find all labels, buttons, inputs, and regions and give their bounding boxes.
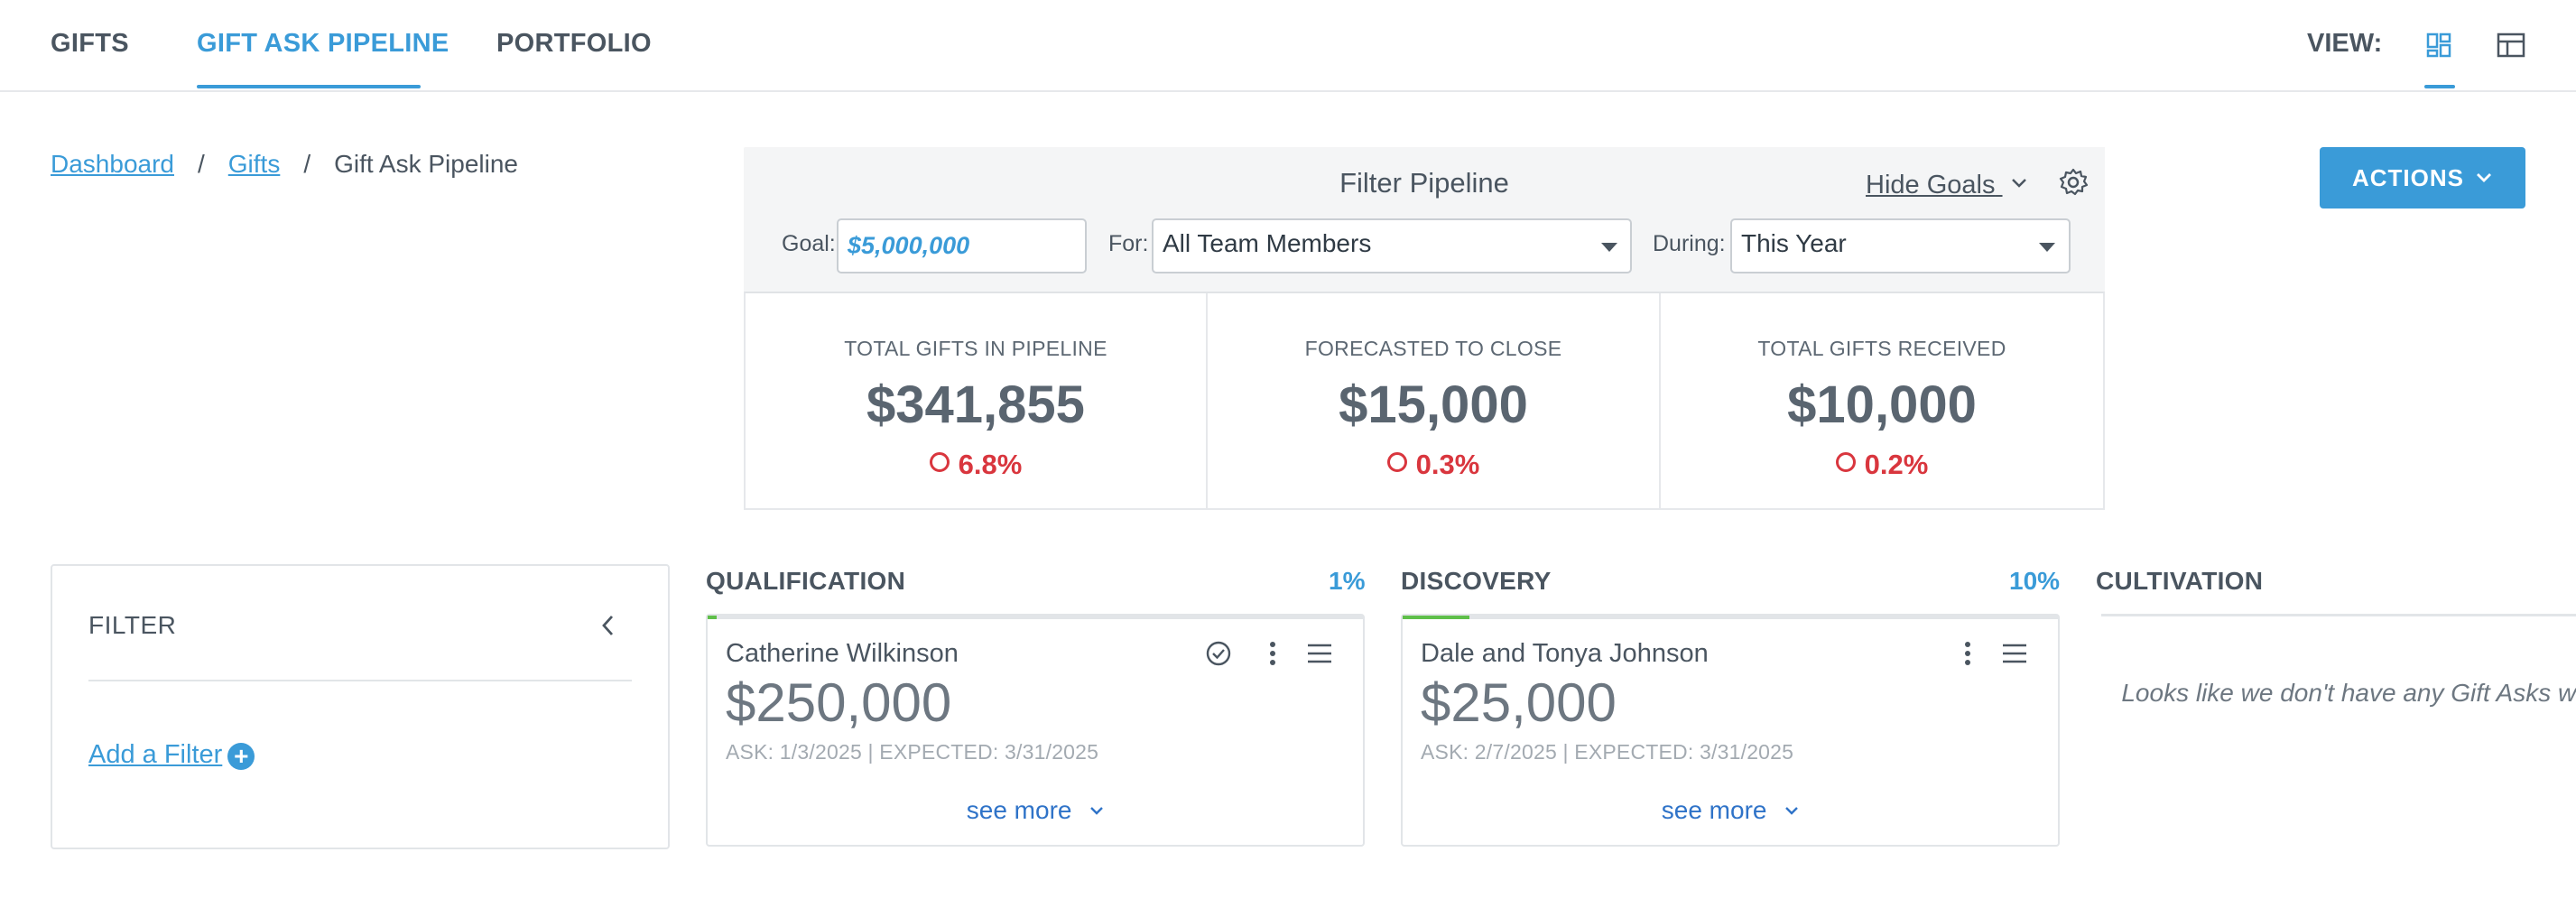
during-label: During: [1653,231,1726,256]
breadcrumb-dashboard[interactable]: Dashboard [51,150,174,179]
goal-input[interactable]: $5,000,000 [837,218,1087,273]
card-progress-track [708,616,1363,619]
stat-percent-value: 6.8% [958,449,1023,480]
goal-ring-icon [1386,452,1407,472]
stat-value: $341,855 [866,375,1085,434]
stat-label: TOTAL GIFTS RECEIVED [1757,337,2006,360]
filter-divider [88,680,632,681]
active-tab-underline [197,85,421,88]
mark-complete-button[interactable] [1202,639,1235,672]
drag-handle-button[interactable] [1303,639,1336,672]
goal-value: $5,000,000 [848,232,970,259]
chevron-left-icon [599,616,617,642]
see-more-label: see more [966,796,1072,824]
stat-percent: 0.3% [1208,449,1659,481]
see-more-link[interactable]: see more [1403,793,2058,825]
stat-percent-value: 0.3% [1415,449,1480,480]
time-period-select-value: This Year [1741,229,1847,257]
card-progress-bar [1403,616,1469,619]
donor-name[interactable]: Dale and Tonya Johnson [1421,639,1709,669]
gear-icon [2058,168,2089,201]
gift-ask-card[interactable]: Catherine Wilkinson $250,000 ASK: 1/3/20… [706,614,1365,847]
for-label: For: [1108,231,1149,256]
chevron-down-icon [2010,167,2028,197]
view-label: VIEW: [2307,29,2383,58]
team-member-select[interactable]: All Team Members [1152,218,1632,273]
column-percent-qualification: 1% [1329,567,1366,595]
stat-label: TOTAL GIFTS IN PIPELINE [844,337,1107,360]
hide-goals-label: Hide Goals [1866,171,1996,199]
breadcrumb-current: Gift Ask Pipeline [334,150,518,178]
stat-value: $10,000 [1787,375,1977,434]
breadcrumb: Dashboard / Gifts / Gift Ask Pipeline [51,150,518,179]
time-period-select[interactable]: This Year [1730,218,2071,273]
filter-panel: FILTER Add a Filter + [51,564,670,849]
dropdown-caret-icon [2039,243,2055,252]
team-member-select-value: All Team Members [1163,229,1372,257]
chevron-down-icon [1089,793,1104,822]
settings-gear-button[interactable] [2058,167,2089,202]
dashboard-grid-icon [2425,32,2452,63]
collapse-filter-button[interactable] [599,613,617,643]
stat-percent: 6.8% [746,449,1206,481]
filter-pipeline-panel: Filter Pipeline Hide Goals Goal: $5,000,… [744,147,2105,292]
more-options-button[interactable] [1951,639,1984,672]
ask-dates: ASK: 2/7/2025 | EXPECTED: 3/31/2025 [1421,740,1794,764]
tab-gifts[interactable]: GIFTS [51,29,129,59]
empty-column-message: Looks like we don't have any Gift Asks w… [2121,679,2576,707]
hide-goals-toggle[interactable]: Hide Goals [1866,167,2028,200]
stat-total-gifts-in-pipeline: TOTAL GIFTS IN PIPELINE $341,855 6.8% [746,293,1206,508]
stat-value: $15,000 [1339,375,1528,434]
goal-ring-icon [929,452,950,472]
hamburger-icon [1306,642,1333,670]
table-icon [2497,32,2525,63]
tab-portfolio[interactable]: PORTFOLIO [496,29,652,59]
filter-panel-title: FILTER [88,611,177,639]
see-more-link[interactable]: see more [708,793,1363,825]
column-title-discovery: DISCOVERY [1401,567,1552,595]
card-progress-bar [708,616,717,619]
check-circle-icon [1204,639,1233,672]
goal-label: Goal: [782,231,836,256]
chevron-down-icon [2475,171,2493,184]
breadcrumb-gifts[interactable]: Gifts [228,150,281,179]
breadcrumb-separator: / [303,150,311,178]
active-view-underline [2424,85,2455,88]
dropdown-caret-icon [1601,243,1617,252]
actions-button[interactable]: ACTIONS [2320,147,2525,208]
add-filter-label: Add a Filter [88,740,223,769]
stat-percent-value: 0.2% [1864,449,1929,480]
column-rule [2101,614,2576,616]
breadcrumb-separator: / [197,150,205,178]
gift-ask-card[interactable]: Dale and Tonya Johnson $25,000 ASK: 2/7/… [1401,614,2060,847]
see-more-label: see more [1661,796,1767,824]
stat-forecasted-to-close: FORECASTED TO CLOSE $15,000 0.3% [1208,293,1659,508]
ask-amount: $25,000 [1421,672,1617,733]
tab-gift-ask-pipeline[interactable]: GIFT ASK PIPELINE [197,29,449,59]
vertical-dots-icon [1268,639,1277,672]
stat-percent: 0.2% [1661,449,2103,481]
stat-label: FORECASTED TO CLOSE [1304,337,1562,360]
hamburger-icon [2001,642,2028,670]
add-filter-link[interactable]: Add a Filter + [88,740,255,770]
more-options-button[interactable] [1256,639,1289,672]
ask-dates: ASK: 1/3/2025 | EXPECTED: 3/31/2025 [726,740,1099,764]
table-view-button[interactable] [2489,25,2533,69]
actions-label: ACTIONS [2352,163,2464,191]
column-title-cultivation: CULTIVATION [2096,567,2264,595]
column-title-qualification: QUALIFICATION [706,567,906,595]
pipeline-stats: TOTAL GIFTS IN PIPELINE $341,855 6.8% FO… [744,292,2105,510]
plus-circle-icon: + [227,743,255,770]
ask-amount: $250,000 [726,672,952,733]
top-nav: GIFTS GIFT ASK PIPELINE PORTFOLIO VIEW: [0,0,2576,92]
drag-handle-button[interactable] [1998,639,2031,672]
donor-name[interactable]: Catherine Wilkinson [726,639,959,669]
chevron-down-icon [1784,793,1799,822]
goal-ring-icon [1835,452,1856,472]
card-view-button[interactable] [2417,25,2460,69]
vertical-dots-icon [1963,639,1972,672]
stat-total-gifts-received: TOTAL GIFTS RECEIVED $10,000 0.2% [1661,293,2103,508]
card-progress-track [1403,616,2058,619]
column-percent-discovery: 10% [2009,567,2061,595]
